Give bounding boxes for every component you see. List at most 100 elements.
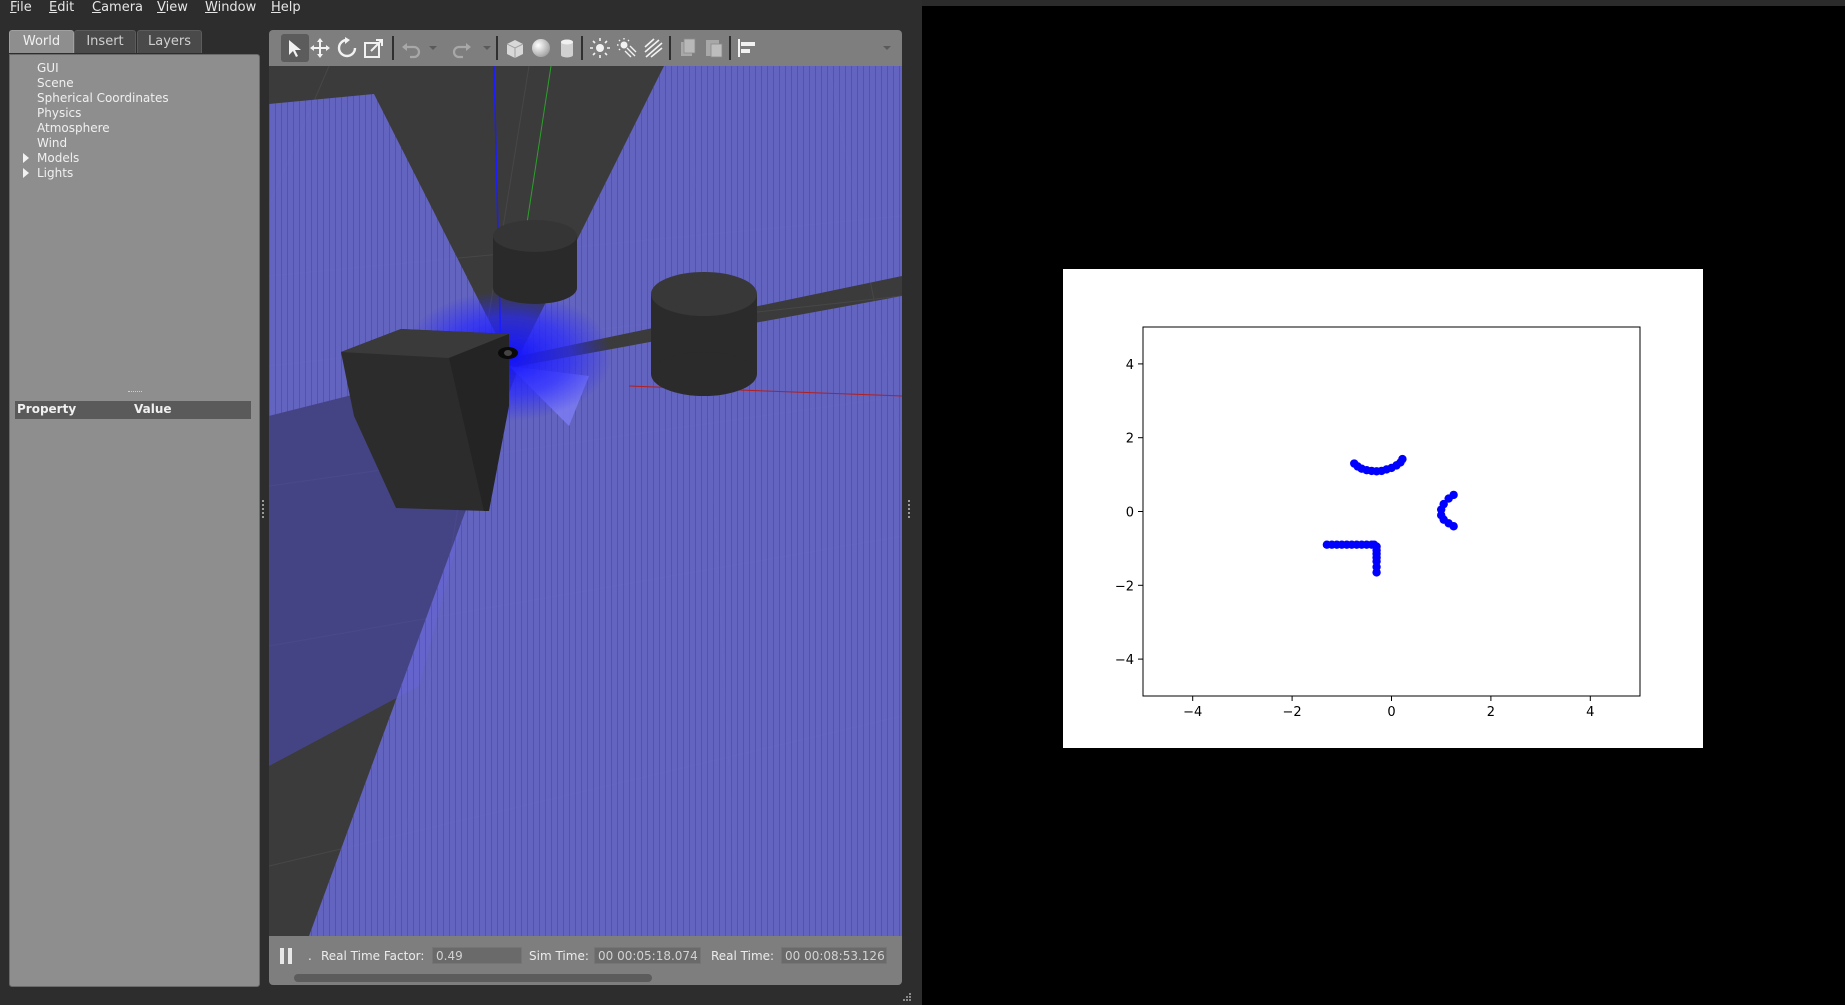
point-light-button[interactable] xyxy=(589,37,611,59)
select-mode-button[interactable] xyxy=(281,34,309,62)
scale-mode-button[interactable] xyxy=(363,37,385,59)
left-panel: World Insert Layers GUI Scene Spherical … xyxy=(9,30,260,987)
move-arrows-icon xyxy=(310,38,330,58)
plot-axes-frame xyxy=(1142,326,1641,697)
menu-file[interactable]: File xyxy=(10,0,32,15)
world-tree-panel: GUI Scene Spherical Coordinates Physics … xyxy=(9,54,260,987)
real-time-label: Real Time: xyxy=(711,949,775,963)
scale-icon xyxy=(364,39,383,58)
status-dot: . xyxy=(308,949,312,963)
menu-window[interactable]: Window xyxy=(205,0,256,15)
tree-item-gui[interactable]: GUI xyxy=(37,61,59,75)
toolbar-separator xyxy=(392,36,394,60)
left-splitter-handle[interactable] xyxy=(262,500,266,518)
undo-icon xyxy=(402,43,421,59)
expand-arrow-icon[interactable] xyxy=(23,168,29,178)
scatter-point xyxy=(1372,568,1381,577)
menu-bar: File Edit Camera View Window Help xyxy=(0,0,922,17)
3d-viewport[interactable] xyxy=(269,66,902,936)
scene-render xyxy=(269,66,902,936)
tab-insert[interactable]: Insert xyxy=(74,30,136,53)
plot-points xyxy=(1322,454,1458,577)
resize-grip-icon[interactable] xyxy=(900,990,912,1002)
tree-item-atmosphere[interactable]: Atmosphere xyxy=(37,121,110,135)
undo-button[interactable] xyxy=(400,37,422,59)
tree-item-lights[interactable]: Lights xyxy=(37,166,73,180)
expand-arrow-icon[interactable] xyxy=(23,153,29,163)
plot-figure: −4 −2 0 2 4 −4 −2 0 2 4 xyxy=(1063,269,1703,748)
scatter-point xyxy=(1449,522,1458,531)
translate-mode-button[interactable] xyxy=(309,37,331,59)
pause-icon[interactable] xyxy=(279,948,293,964)
toolbar-separator xyxy=(729,36,731,60)
spotlight-icon xyxy=(617,38,637,58)
x-tick-label: 4 xyxy=(1586,705,1594,720)
cylinder-icon xyxy=(561,39,573,58)
directional-light-icon xyxy=(644,38,663,58)
tree-item-models[interactable]: Models xyxy=(37,151,79,165)
status-bar: . Real Time Factor: 0.49 Sim Time: 00 00… xyxy=(269,936,902,985)
arrow-cursor-icon xyxy=(289,40,301,57)
plot-ticks: −4 −2 0 2 4 −4 −2 0 2 4 xyxy=(1115,358,1595,720)
real-time-factor-label: Real Time Factor: xyxy=(321,949,425,963)
tree-item-scene[interactable]: Scene xyxy=(37,76,74,90)
scatter-point xyxy=(1398,454,1407,464)
y-tick-label: −2 xyxy=(1115,579,1134,594)
spot-light-button[interactable] xyxy=(616,37,638,59)
redo-button[interactable] xyxy=(451,37,473,59)
panel-splitter-handle[interactable] xyxy=(128,391,142,394)
plot-window-titlebar xyxy=(922,0,1845,6)
redo-icon xyxy=(452,43,471,59)
box-icon xyxy=(506,40,524,58)
horizontal-scrollbar[interactable] xyxy=(294,974,652,982)
tab-layers[interactable]: Layers xyxy=(137,30,202,53)
sim-time-label: Sim Time: xyxy=(529,949,589,963)
real-time-field: 00 00:08:53.126 xyxy=(781,947,887,964)
tree-item-spherical-coordinates[interactable]: Spherical Coordinates xyxy=(37,91,169,105)
paste-icon xyxy=(706,40,723,58)
real-time-factor-field: 0.49 xyxy=(432,947,522,964)
align-button[interactable] xyxy=(736,37,758,59)
tree-item-physics[interactable]: Physics xyxy=(37,106,81,120)
cylinder-obstacle[interactable] xyxy=(651,272,757,396)
sphere-icon xyxy=(532,39,550,57)
right-splitter-handle[interactable] xyxy=(908,500,912,518)
y-tick-label: −4 xyxy=(1115,653,1134,668)
property-table-header: Property Value xyxy=(15,401,251,419)
menu-camera[interactable]: Camera xyxy=(92,0,143,15)
property-column-header: Property xyxy=(17,402,77,416)
tree-item-wind[interactable]: Wind xyxy=(37,136,67,150)
redo-history-dropdown[interactable] xyxy=(483,46,491,50)
cylinder-obstacle[interactable] xyxy=(493,220,577,304)
value-column-header: Value xyxy=(134,402,172,416)
rotate-mode-button[interactable] xyxy=(336,37,358,59)
menu-edit[interactable]: Edit xyxy=(49,0,74,15)
gazebo-window: File Edit Camera View Window Help World … xyxy=(0,0,922,1005)
tab-world[interactable]: World xyxy=(9,30,74,53)
y-tick-label: 2 xyxy=(1126,432,1134,447)
directional-light-button[interactable] xyxy=(642,37,664,59)
align-icon xyxy=(738,39,755,57)
toolbar-overflow-dropdown[interactable] xyxy=(883,46,891,50)
toolbar-separator xyxy=(496,36,498,60)
toolbar xyxy=(269,30,902,66)
undo-history-dropdown[interactable] xyxy=(429,46,437,50)
paste-button[interactable] xyxy=(703,37,725,59)
menu-view[interactable]: View xyxy=(157,0,188,15)
menu-help[interactable]: Help xyxy=(271,0,301,15)
sim-time-field: 00 00:05:18.074 xyxy=(594,947,701,964)
copy-button[interactable] xyxy=(677,37,699,59)
toolbar-separator xyxy=(581,36,583,60)
cylinder-shape-button[interactable] xyxy=(556,37,578,59)
toolbar-separator xyxy=(669,36,671,60)
x-tick-label: 0 xyxy=(1387,705,1395,720)
sphere-shape-button[interactable] xyxy=(530,37,552,59)
box-shape-button[interactable] xyxy=(504,37,526,59)
sun-icon xyxy=(590,38,610,58)
x-tick-label: 2 xyxy=(1487,705,1495,720)
y-tick-label: 0 xyxy=(1126,506,1134,521)
rotate-icon xyxy=(337,37,357,58)
y-tick-label: 4 xyxy=(1126,358,1134,373)
x-tick-label: −4 xyxy=(1183,705,1202,720)
copy-icon xyxy=(681,38,696,56)
